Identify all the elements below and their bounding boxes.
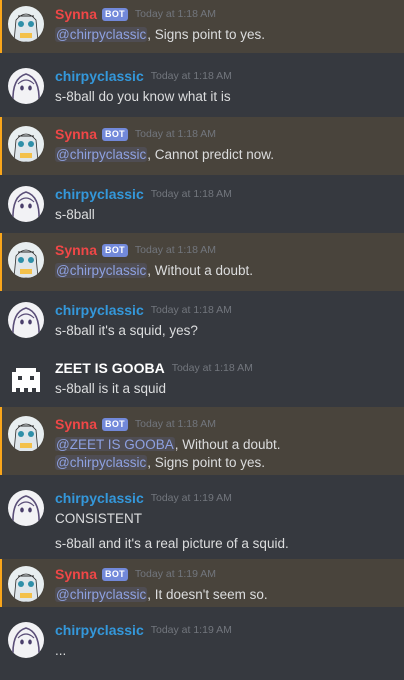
- author-name[interactable]: chirpyclassic: [55, 186, 144, 202]
- message-text: @chirpyclassic, Without a doubt.: [55, 263, 254, 278]
- user-mention[interactable]: @ZEET IS GOOBA: [55, 437, 175, 452]
- author-name[interactable]: Synna: [55, 242, 97, 258]
- author-name[interactable]: chirpyclassic: [55, 302, 144, 318]
- timestamp: Today at 1:18 AM: [134, 8, 217, 20]
- message-text: @chirpyclassic, Signs point to yes.: [55, 455, 266, 470]
- user-avatar[interactable]: [8, 360, 44, 396]
- timestamp: Today at 1:18 AM: [150, 70, 232, 82]
- message-text: s-8ball: [55, 207, 95, 222]
- message-group: Synna BOT Today at 1:18 AM @chirpyclassi…: [0, 117, 404, 175]
- message-group: Synna BOT Today at 1:19 AM @chirpyclassi…: [0, 559, 404, 607]
- message-group: chirpyclassic Today at 1:18 AM s-8ball i…: [0, 291, 404, 349]
- chat-message-list: Synna BOT Today at 1:18 AM @chirpyclassi…: [0, 0, 404, 680]
- message-group: Synna BOT Today at 1:18 AM @chirpyclassi…: [0, 0, 404, 53]
- message-continuation: @chirpyclassic, Signs point to yes.: [0, 451, 404, 475]
- author-name[interactable]: ZEET IS GOOBA: [55, 360, 165, 376]
- user-mention[interactable]: @chirpyclassic: [55, 455, 148, 470]
- user-avatar[interactable]: [8, 490, 44, 526]
- author-name[interactable]: Synna: [55, 416, 97, 432]
- user-avatar[interactable]: [8, 186, 44, 222]
- message-group: Synna BOT Today at 1:18 AM @chirpyclassi…: [0, 233, 404, 291]
- user-mention[interactable]: @chirpyclassic: [55, 27, 148, 42]
- message-group: chirpyclassic Today at 1:18 AM s-8ball: [0, 175, 404, 233]
- author-name[interactable]: Synna: [55, 566, 97, 582]
- bot-avatar[interactable]: [8, 6, 44, 42]
- bot-avatar[interactable]: [8, 242, 44, 278]
- author-name[interactable]: chirpyclassic: [55, 490, 144, 506]
- author-name[interactable]: chirpyclassic: [55, 622, 144, 638]
- timestamp: Today at 1:18 AM: [134, 244, 217, 256]
- bot-tag: BOT: [102, 417, 128, 431]
- message-text: ...: [55, 643, 67, 658]
- bot-tag: BOT: [102, 127, 128, 141]
- author-name[interactable]: Synna: [55, 126, 97, 142]
- timestamp: Today at 1:19 AM: [150, 624, 232, 636]
- bot-avatar[interactable]: [8, 416, 44, 452]
- timestamp: Today at 1:19 AM: [134, 568, 217, 580]
- user-avatar[interactable]: [8, 622, 44, 658]
- message-text: CONSISTENT: [55, 511, 143, 526]
- message-text: s-8ball do you know what it is: [55, 89, 231, 104]
- message-group: ZEET IS GOOBA Today at 1:18 AM s-8ball i…: [0, 349, 404, 407]
- author-name[interactable]: Synna: [55, 6, 97, 22]
- message-text: s-8ball is it a squid: [55, 381, 167, 396]
- message-text: @chirpyclassic, It doesn't seem so.: [55, 587, 268, 602]
- timestamp: Today at 1:18 AM: [150, 188, 232, 200]
- message-group: Synna BOT Today at 1:18 AM @ZEET IS GOOB…: [0, 407, 404, 452]
- user-mention[interactable]: @chirpyclassic: [55, 147, 148, 162]
- message-text: @chirpyclassic, Signs point to yes.: [55, 27, 266, 42]
- user-mention[interactable]: @chirpyclassic: [55, 587, 148, 602]
- user-avatar[interactable]: [8, 68, 44, 104]
- bot-avatar[interactable]: [8, 566, 44, 602]
- message-text: @chirpyclassic, Cannot predict now.: [55, 147, 275, 162]
- user-mention[interactable]: @chirpyclassic: [55, 263, 148, 278]
- timestamp: Today at 1:19 AM: [150, 492, 232, 504]
- timestamp: Today at 1:18 AM: [150, 304, 232, 316]
- message-group: chirpyclassic Today at 1:19 AM CONSISTEN…: [0, 475, 404, 559]
- bot-tag: BOT: [102, 7, 128, 21]
- message-text: s-8ball it's a squid, yes?: [55, 323, 198, 338]
- message-text: s-8ball and it's a real picture of a squ…: [55, 536, 289, 551]
- timestamp: Today at 1:18 AM: [171, 362, 253, 374]
- message-group: chirpyclassic Today at 1:19 AM ...: [0, 607, 404, 663]
- bot-tag: BOT: [102, 567, 128, 581]
- bot-tag: BOT: [102, 243, 128, 257]
- message-group: chirpyclassic Today at 1:18 AM s-8ball d…: [0, 53, 404, 117]
- bot-avatar[interactable]: [8, 126, 44, 162]
- author-name[interactable]: chirpyclassic: [55, 68, 144, 84]
- user-avatar[interactable]: [8, 302, 44, 338]
- timestamp: Today at 1:18 AM: [134, 418, 217, 430]
- timestamp: Today at 1:18 AM: [134, 128, 217, 140]
